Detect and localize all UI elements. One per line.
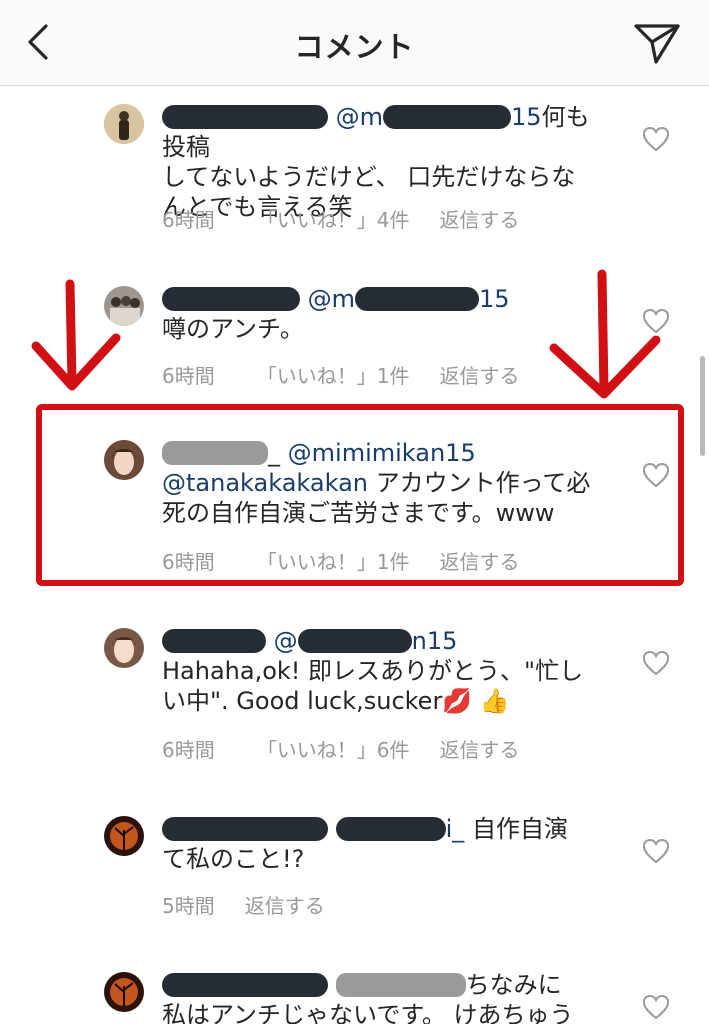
avatar-photo bbox=[104, 972, 144, 1012]
reply-button[interactable]: 返信する bbox=[439, 734, 519, 763]
avatar-photo bbox=[104, 628, 144, 668]
likes-count-link[interactable]: 「いいね！」6件 bbox=[257, 734, 410, 763]
top-navigation-bar: コメント bbox=[0, 0, 709, 86]
comment-text: @ n15 Hahaha,ok! 即レスありがとう、"忙し い中". Good l… bbox=[162, 626, 602, 716]
avatar[interactable] bbox=[104, 628, 144, 668]
redacted-mention bbox=[297, 629, 412, 653]
comment-meta: 6時間 「いいね！」1件 返信する bbox=[162, 360, 519, 389]
redacted-username bbox=[162, 441, 268, 465]
avatar[interactable] bbox=[104, 104, 144, 144]
redacted-mention bbox=[355, 287, 480, 311]
comment-text-line: Hahaha,ok! 即レスありがとう、"忙し bbox=[162, 657, 584, 685]
likes-count-link[interactable]: 「いいね！」1件 bbox=[257, 546, 410, 575]
timestamp: 6時間 bbox=[162, 208, 215, 232]
mention-link[interactable]: @mimimikan15 bbox=[288, 439, 476, 467]
scroll-indicator[interactable] bbox=[700, 356, 705, 456]
paper-plane-icon bbox=[634, 24, 680, 64]
username-tail[interactable]: _ bbox=[268, 439, 280, 467]
reply-button[interactable]: 返信する bbox=[245, 890, 325, 919]
heart-icon[interactable] bbox=[642, 650, 670, 676]
timestamp: 6時間 bbox=[162, 738, 215, 762]
likes-count-link[interactable]: 「いいね！」4件 bbox=[257, 204, 410, 233]
comment-meta: 6時間 「いいね！」6件 返信する bbox=[162, 734, 519, 763]
comment-text-line: してないようだけど、 口先だけならな bbox=[162, 163, 576, 191]
avatar-photo bbox=[104, 286, 144, 326]
redacted-username bbox=[162, 973, 328, 997]
comment-text-line: 死の自作自演ご苦労さまです。www bbox=[162, 499, 555, 527]
comment-text-line: て私のこと!? bbox=[162, 845, 305, 873]
comment-text-fragment: ちなみに bbox=[465, 971, 562, 999]
comment-meta: 5時間 返信する bbox=[162, 890, 325, 919]
avatar[interactable] bbox=[104, 440, 144, 480]
timestamp: 5時間 bbox=[162, 894, 215, 918]
reply-button[interactable]: 返信する bbox=[439, 204, 519, 233]
mention-link-tail[interactable]: i_ bbox=[446, 815, 465, 843]
redacted-username bbox=[162, 287, 300, 311]
share-button[interactable] bbox=[632, 18, 684, 66]
comment-text-line: 噂のアンチ。 bbox=[162, 315, 304, 343]
mention-link-tail[interactable]: 15 bbox=[479, 285, 510, 313]
mention-link[interactable]: @m bbox=[336, 103, 383, 131]
comment-text: ちなみに 私はアンチじゃないです。 けあちゅう bbox=[162, 970, 602, 1024]
mention-link-tail[interactable]: n15 bbox=[412, 627, 458, 655]
redacted-mention bbox=[335, 817, 446, 841]
reply-button[interactable]: 返信する bbox=[439, 546, 519, 575]
avatar-photo bbox=[104, 104, 144, 144]
redacted-mention bbox=[335, 973, 466, 997]
comment-text: _ @mimimikan15 @tanakakakakan アカウント作って必 … bbox=[162, 438, 602, 528]
comment-text-line: い中". Good luck,sucker💋 👍 bbox=[162, 687, 510, 715]
avatar-photo bbox=[104, 816, 144, 856]
likes-count-link[interactable]: 「いいね！」1件 bbox=[257, 360, 410, 389]
comment-text: @m 15 噂のアンチ。 bbox=[162, 284, 602, 344]
heart-icon[interactable] bbox=[642, 994, 670, 1020]
avatar[interactable] bbox=[104, 972, 144, 1012]
comment-text-fragment: アカウント作って必 bbox=[367, 469, 591, 497]
comment-meta: 6時間 「いいね！」4件 返信する bbox=[162, 204, 519, 233]
heart-icon[interactable] bbox=[642, 462, 670, 488]
timestamp: 6時間 bbox=[162, 550, 215, 574]
redacted-username bbox=[162, 817, 328, 841]
heart-icon[interactable] bbox=[642, 838, 670, 864]
redacted-mention bbox=[383, 105, 512, 129]
avatar[interactable] bbox=[104, 286, 144, 326]
comment-text-fragment: 自作自演 bbox=[464, 815, 568, 843]
comment-meta: 6時間 「いいね！」1件 返信する bbox=[162, 546, 519, 575]
heart-icon[interactable] bbox=[642, 126, 670, 152]
comment-text: i_ 自作自演 て私のこと!? bbox=[162, 814, 602, 874]
page-title: コメント bbox=[294, 30, 415, 64]
mention-link[interactable]: @tanakakakakan bbox=[162, 469, 368, 497]
comment-text-line: 私はアンチじゃないです。 けあちゅう bbox=[162, 1001, 574, 1024]
timestamp: 6時間 bbox=[162, 364, 215, 388]
avatar[interactable] bbox=[104, 816, 144, 856]
mention-link[interactable]: @m bbox=[308, 285, 355, 313]
mention-link-tail[interactable]: 15 bbox=[511, 103, 542, 131]
mention-link[interactable]: @ bbox=[274, 627, 298, 655]
redacted-username bbox=[162, 105, 328, 129]
reply-button[interactable]: 返信する bbox=[439, 360, 519, 389]
heart-icon[interactable] bbox=[642, 308, 670, 334]
redacted-username bbox=[162, 629, 266, 653]
avatar-photo bbox=[104, 440, 144, 480]
